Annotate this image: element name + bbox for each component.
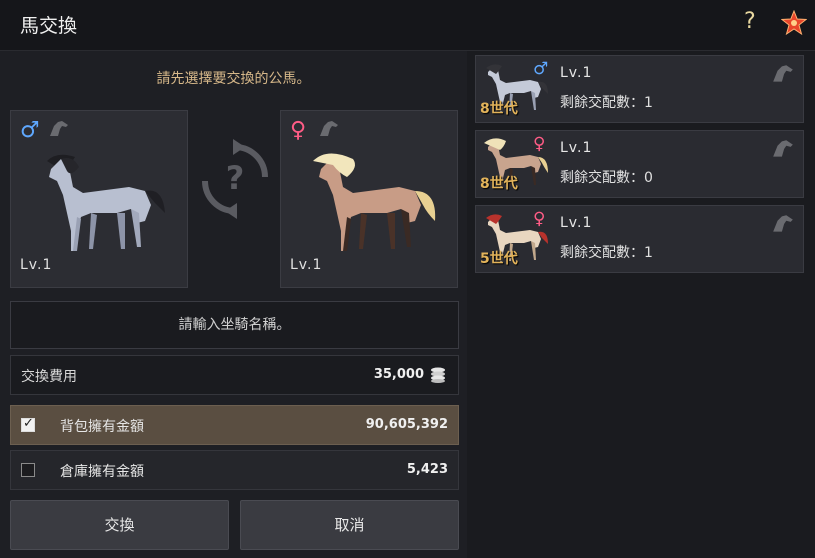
horse-list-item[interactable]: 8世代 ♂ Lv.1 剩餘交配數：1 (475, 55, 804, 123)
female-gender-icon: ♀ (290, 118, 307, 143)
horse-list-panel: 8世代 ♂ Lv.1 剩餘交配數：1 8世代 ♀ Lv.1 剩餘交配數：0 5世… (467, 51, 815, 558)
horse-head-icon (320, 121, 338, 136)
horse-breeding-count: 剩餘交配數：1 (560, 245, 653, 261)
horse-generation: 8世代 (480, 101, 518, 117)
horse-head-icon (773, 65, 793, 82)
female-gender-icon: ♀ (533, 134, 546, 154)
horse-head-icon (50, 121, 68, 136)
inventory-checkbox[interactable]: ✓ (21, 416, 35, 432)
payment-option-storage[interactable]: 倉庫擁有金額 5,423 (10, 450, 459, 490)
male-horse-image (47, 154, 165, 251)
horse-generation: 8世代 (480, 176, 518, 192)
star-icon[interactable] (781, 10, 807, 36)
check-icon: ✓ (23, 416, 34, 431)
male-level: Lv.1 (20, 257, 53, 273)
horse-level: Lv.1 (560, 215, 593, 231)
female-level: Lv.1 (290, 257, 323, 273)
exchange-fee-row: 交換費用 35,000 (10, 355, 459, 395)
male-gender-icon: ♂ (533, 59, 549, 79)
horse-head-icon (773, 215, 793, 232)
female-horse-slot[interactable]: ♀ Lv.1 (280, 110, 458, 288)
exchange-fee-value: 35,000 (373, 367, 424, 382)
horse-generation: 5世代 (480, 251, 518, 267)
swap-icon: ? (202, 139, 268, 219)
female-gender-icon: ♀ (533, 209, 546, 229)
horse-level: Lv.1 (560, 140, 593, 156)
horse-list-item[interactable]: 5世代 ♀ Lv.1 剩餘交配數：1 (475, 205, 804, 273)
cancel-button[interactable]: 取消 (240, 500, 459, 550)
horse-breeding-count: 剩餘交配數：0 (560, 170, 653, 186)
exchange-panel: 請先選擇要交換的公馬。 ♂ Lv.1 ? ♀ Lv.1 請輸入坐騎名稱。 交換費… (0, 51, 467, 558)
inventory-funds-label: 背包擁有金額 (60, 419, 144, 435)
mount-name-input[interactable]: 請輸入坐騎名稱。 (10, 301, 459, 349)
help-icon[interactable]: ? (744, 9, 756, 34)
horse-level: Lv.1 (560, 65, 593, 81)
payment-option-inventory[interactable]: ✓ 背包擁有金額 90,605,392 (10, 405, 459, 445)
silver-coins-icon (431, 367, 445, 383)
storage-funds-label: 倉庫擁有金額 (60, 464, 144, 480)
storage-funds-value: 5,423 (406, 462, 448, 477)
horse-head-icon (773, 140, 793, 157)
instruction-text: 請先選擇要交換的公馬。 (156, 71, 311, 87)
horse-breeding-count: 剩餘交配數：1 (560, 95, 653, 111)
storage-checkbox[interactable] (21, 463, 35, 477)
exchange-fee-label: 交換費用 (21, 369, 77, 385)
title-bar: 馬交換 ? (0, 0, 815, 51)
exchange-button[interactable]: 交換 (10, 500, 229, 550)
window-title: 馬交換 (20, 15, 78, 37)
swap-question-mark: ? (226, 159, 245, 197)
male-horse-slot[interactable]: ♂ Lv.1 (10, 110, 188, 288)
female-horse-image (313, 153, 436, 251)
horse-list-item[interactable]: 8世代 ♀ Lv.1 剩餘交配數：0 (475, 130, 804, 198)
inventory-funds-value: 90,605,392 (365, 417, 448, 432)
male-gender-icon: ♂ (20, 118, 40, 143)
